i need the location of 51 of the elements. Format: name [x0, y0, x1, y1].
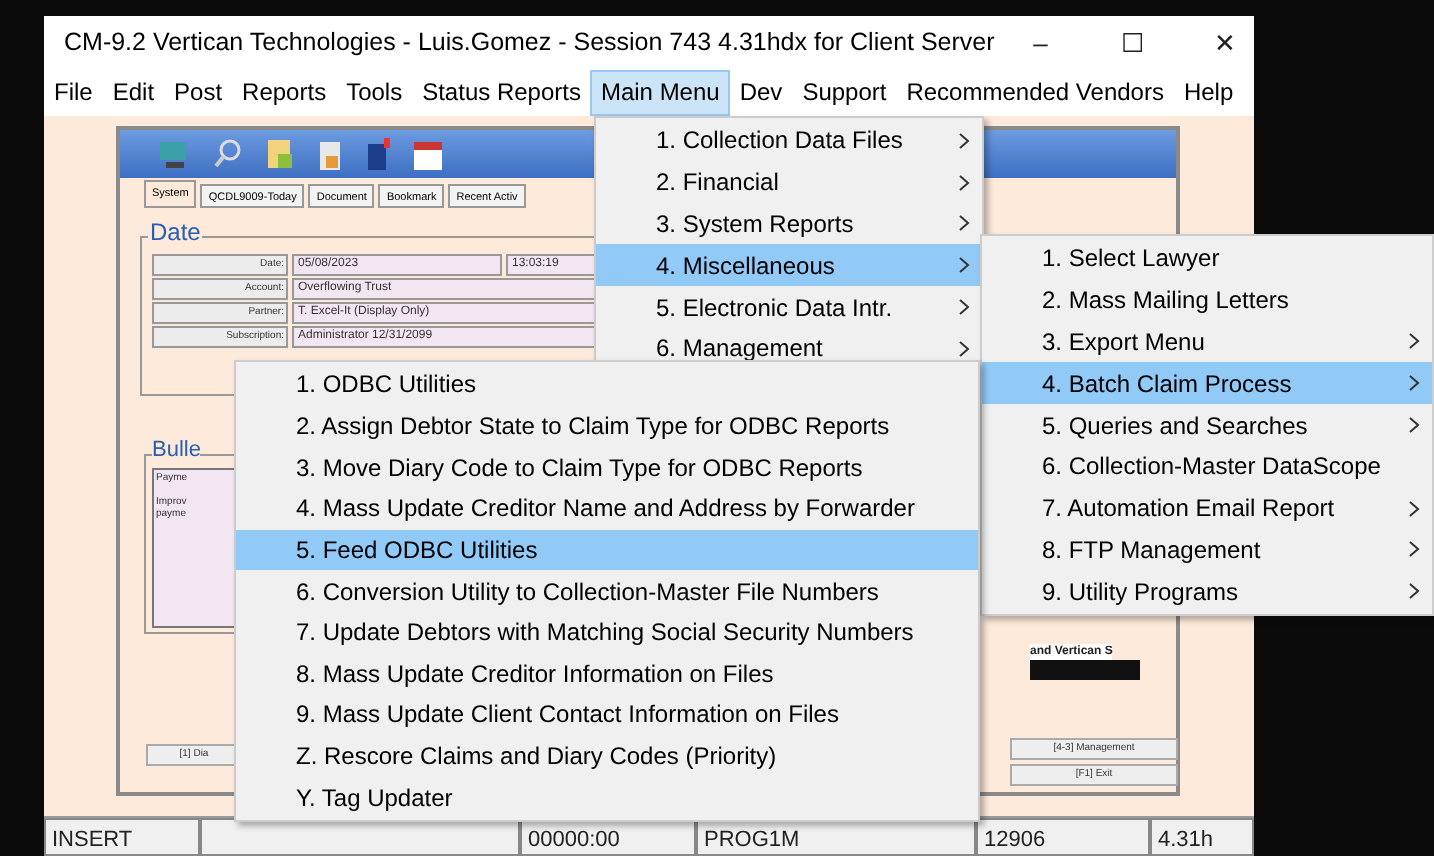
menu-item[interactable]: 3. Move Diary Code to Claim Type for ODBC Reports: [236, 446, 978, 488]
menu-item[interactable]: Y. Tag Updater: [236, 776, 978, 819]
menu-item[interactable]: Z. Rescore Claims and Diary Codes (Priority): [236, 735, 978, 777]
calendar-icon[interactable]: [412, 136, 444, 172]
menu-item[interactable]: 4. Batch Claim Process: [982, 362, 1432, 405]
menu-item[interactable]: 2. Mass Mailing Letters: [982, 279, 1432, 322]
menu-item[interactable]: 1. Select Lawyer: [982, 238, 1432, 280]
menu-item[interactable]: 9. Utility Programs: [982, 570, 1432, 613]
close-button[interactable]: ✕: [1178, 16, 1271, 70]
menu-item[interactable]: Tools: [336, 70, 413, 116]
menu-item[interactable]: Help: [1173, 70, 1244, 116]
menu-item[interactable]: 1. Collection Data Files: [596, 120, 982, 162]
menu-item[interactable]: 4. Mass Update Creditor Name and Address by Forwarder: [236, 487, 978, 530]
menu-item[interactable]: 4. Miscellaneous: [596, 244, 982, 287]
menu-item[interactable]: 2. Financial: [596, 161, 982, 204]
group-title: Date: [148, 220, 203, 244]
menu-item[interactable]: Support: [792, 70, 897, 116]
document-icon[interactable]: [264, 136, 296, 172]
menu-item[interactable]: 9. Mass Update Client Contact Information on Files: [236, 694, 978, 736]
menu-item[interactable]: 3. Export Menu: [982, 321, 1432, 363]
menu-item[interactable]: 5. Feed ODBC Utilities: [236, 529, 978, 571]
image-placeholder: [1030, 660, 1140, 680]
menu-item[interactable]: Main Menu: [590, 70, 730, 116]
maximize-button[interactable]: ☐: [1086, 16, 1179, 70]
trash-icon[interactable]: [316, 136, 344, 172]
status-field: 4.31h: [1150, 818, 1254, 856]
menu-item[interactable]: 8. Mass Update Creditor Information on Files: [236, 652, 978, 695]
menu-item[interactable]: Dev: [729, 70, 793, 116]
menu-item[interactable]: 6. Collection-Master DataScope: [982, 445, 1432, 488]
menu-item[interactable]: 6. Conversion Utility to Collection-Master File Numbers: [236, 570, 978, 612]
computer-icon: [156, 136, 192, 172]
status-field: 12906: [976, 818, 1150, 856]
search-icon[interactable]: [212, 138, 244, 170]
menu-item[interactable]: Recommended Vendors: [896, 70, 1174, 116]
menu-item[interactable]: 7. Automation Email Report: [982, 487, 1432, 530]
menu-item[interactable]: 7. Update Debtors with Matching Social Security Numbers: [236, 611, 978, 653]
status-field: INSERT: [44, 818, 200, 856]
menu-item[interactable]: 8. FTP Management: [982, 529, 1432, 571]
mailbox-icon[interactable]: [364, 136, 392, 172]
menu-item[interactable]: File: [44, 70, 103, 116]
menu-item[interactable]: Post: [164, 70, 233, 116]
window-title: CM-9.2 Vertican Technologies - Luis.Gomez - Session 743 4.31hdx for Client Server: [64, 26, 995, 61]
menu-item[interactable]: Status Reports: [412, 70, 591, 116]
menu-item[interactable]: 1. ODBC Utilities: [236, 364, 978, 406]
minimize-button[interactable]: –: [994, 16, 1087, 70]
menu-item[interactable]: 2. Assign Debtor State to Claim Type for ODBC Reports: [236, 405, 978, 447]
group-title: Bulle: [152, 440, 201, 462]
menu-item[interactable]: 5. Queries and Searches: [982, 404, 1432, 446]
menu-item[interactable]: Reports: [232, 70, 337, 116]
menu-item[interactable]: Edit: [102, 70, 165, 116]
menu-item[interactable]: 3. System Reports: [596, 203, 982, 245]
